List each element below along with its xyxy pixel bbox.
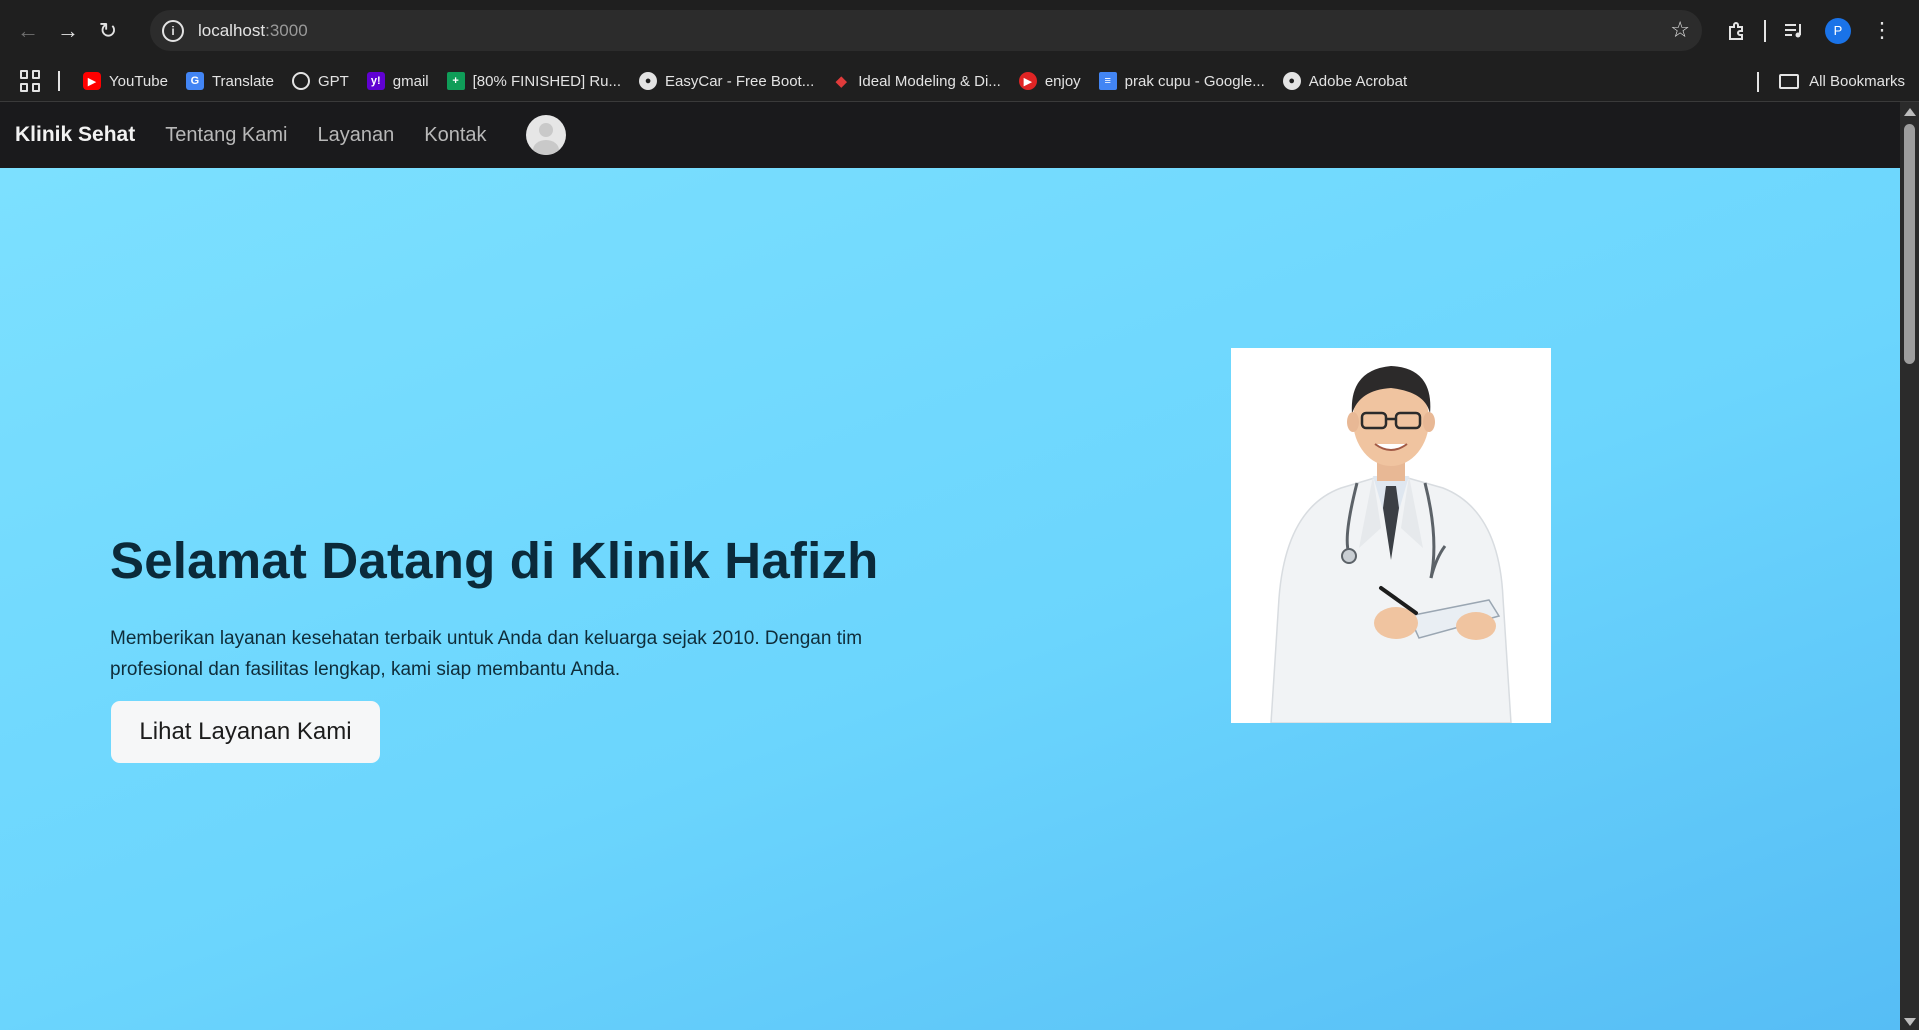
bookmark-label: prak cupu - Google...: [1124, 72, 1265, 90]
reload-button[interactable]: ↻: [88, 11, 128, 51]
nav-link-kontak[interactable]: Kontak: [424, 124, 486, 147]
browser-toolbar: ← → ↻ i localhost:3000 ☆ P ⋮: [0, 0, 1919, 61]
hero-title: Selamat Datang di Klinik Hafizh: [110, 532, 879, 589]
youtube-icon: ▶: [83, 72, 101, 90]
toolbar-divider: [1764, 19, 1766, 42]
url-text[interactable]: localhost:3000: [198, 21, 308, 41]
brand-link[interactable]: Klinik Sehat: [15, 123, 135, 147]
play-icon: ▶: [1018, 72, 1037, 90]
sheets-icon: +: [446, 72, 465, 90]
toolbar-actions: P ⋮: [1714, 10, 1904, 51]
chatgpt-icon: [291, 72, 310, 90]
url-host: localhost: [198, 20, 266, 40]
menu-kebab-icon[interactable]: ⋮: [1860, 10, 1904, 51]
bookmarks-divider: [1757, 71, 1760, 92]
bookmark-label: EasyCar - Free Boot...: [665, 72, 815, 90]
docs-icon: ≡: [1098, 72, 1117, 90]
scrollbar-thumb[interactable]: [1904, 124, 1915, 364]
bookmark-translate[interactable]: G Translate: [177, 67, 283, 95]
globe-icon: ●: [1282, 72, 1301, 90]
bookmark-prak-cupu[interactable]: ≡ prak cupu - Google...: [1090, 67, 1274, 95]
all-bookmarks[interactable]: All Bookmarks: [1757, 61, 1905, 102]
bookmark-gmail[interactable]: y! gmail: [358, 67, 438, 95]
profile-initial: P: [1825, 17, 1851, 44]
nav-link-layanan[interactable]: Layanan: [318, 124, 395, 147]
page-scrollbar[interactable]: [1900, 102, 1919, 1030]
media-controls-icon[interactable]: [1772, 10, 1816, 51]
user-avatar-icon[interactable]: [525, 115, 566, 155]
bookmark-label: gmail: [392, 72, 429, 90]
scroll-up-arrow-icon[interactable]: [1904, 108, 1916, 116]
page-viewport: Klinik Sehat Tentang Kami Layanan Kontak…: [0, 102, 1919, 1030]
all-bookmarks-label: All Bookmarks: [1809, 73, 1905, 90]
browser-chrome: ← → ↻ i localhost:3000 ☆ P ⋮ ▶ YouTube GT…: [0, 0, 1919, 102]
address-bar[interactable]: i localhost:3000 ☆: [150, 10, 1702, 51]
bookmark-ideal-modeling[interactable]: ◆ Ideal Modeling & Di...: [823, 67, 1010, 95]
globe-icon: ●: [639, 72, 658, 90]
bookmarks-bar: ▶ YouTube G Translate GPT y! gmail + [80% FI…: [0, 61, 1919, 102]
hero-description: Memberikan layanan kesehatan terbaik unt…: [110, 628, 863, 680]
bookmark-label: [80% FINISHED] Ru...: [472, 72, 622, 90]
folder-icon: [1779, 74, 1800, 89]
apps-grid-icon[interactable]: [20, 70, 42, 92]
url-port: :3000: [265, 20, 308, 40]
bookmark-label: Ideal Modeling & Di...: [858, 72, 1001, 90]
site-info-icon[interactable]: i: [162, 19, 184, 42]
translate-icon: G: [185, 72, 204, 90]
extensions-icon[interactable]: [1714, 10, 1758, 51]
profile-avatar[interactable]: P: [1816, 10, 1860, 51]
bookmark-label: GPT: [317, 72, 349, 90]
back-button[interactable]: ←: [8, 11, 48, 51]
view-services-button[interactable]: Lihat Layanan Kami: [111, 701, 380, 763]
bookmark-easycar[interactable]: ● EasyCar - Free Boot...: [630, 67, 823, 95]
bookmark-label: enjoy: [1044, 72, 1081, 90]
yahoo-icon: y!: [366, 72, 385, 90]
nav-link-tentang-kami[interactable]: Tentang Kami: [165, 124, 287, 147]
bookmark-enjoy[interactable]: ▶ enjoy: [1010, 67, 1090, 95]
bookmark-label: YouTube: [109, 72, 168, 90]
bookmark-youtube[interactable]: ▶ YouTube: [74, 67, 177, 95]
diamond-icon: ◆: [835, 73, 847, 90]
bookmark-adobe-acrobat[interactable]: ● Adobe Acrobat: [1274, 67, 1416, 95]
bookmark-gpt[interactable]: GPT: [283, 67, 358, 95]
bookmarks-divider: [58, 71, 60, 91]
hero-section: Selamat Datang di Klinik Hafizh Memberik…: [0, 168, 1900, 1030]
doctor-image: [1231, 348, 1551, 723]
bookmark-label: Adobe Acrobat: [1308, 72, 1408, 90]
site-navbar: Klinik Sehat Tentang Kami Layanan Kontak: [0, 102, 1900, 168]
forward-button[interactable]: →: [48, 11, 88, 51]
scroll-down-arrow-icon[interactable]: [1904, 1018, 1916, 1026]
bookmark-finished-ru[interactable]: + [80% FINISHED] Ru...: [438, 67, 630, 95]
bookmark-star-icon[interactable]: ☆: [1670, 17, 1690, 43]
bookmark-label: Translate: [211, 72, 274, 90]
